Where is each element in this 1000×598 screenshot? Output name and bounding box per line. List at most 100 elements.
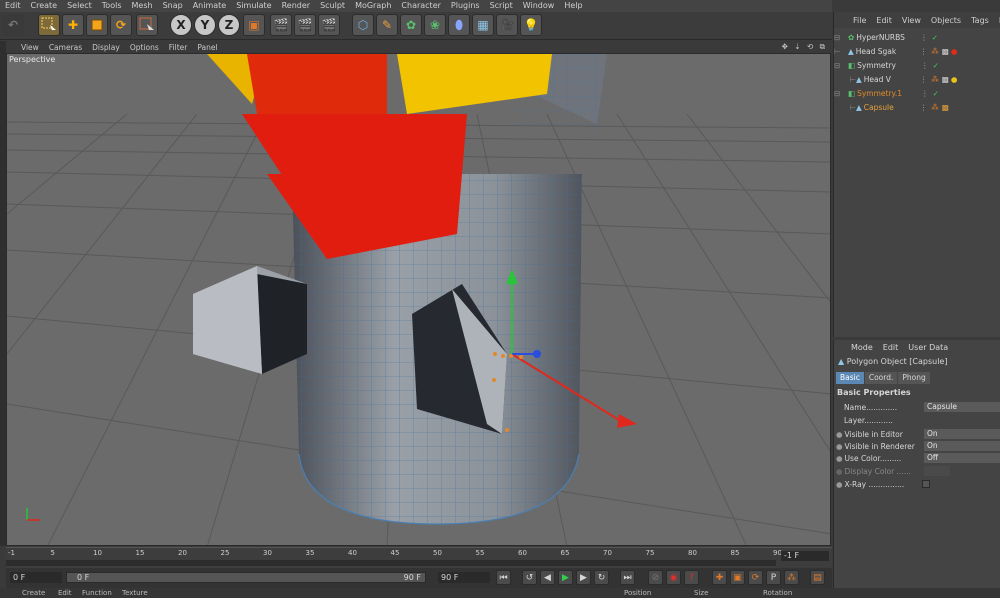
object-row-symmetry[interactable]: ⊟ ◧ Symmetry ⋮ ✓ [834,59,1000,72]
menu-animate[interactable]: Animate [188,0,232,12]
animate-dot-icon[interactable]: ● [836,442,843,451]
x-axis-button[interactable]: X [170,14,192,36]
autokey-icon[interactable]: ◉ [666,570,681,585]
live-select-icon[interactable] [38,14,60,36]
am-menu-user-data[interactable]: User Data [903,343,953,352]
tab-basic[interactable]: Basic [836,372,864,384]
material-menu-create[interactable]: Create [22,589,45,597]
menu-snap[interactable]: Snap [158,0,188,12]
end-frame-field[interactable]: 90 F [438,572,490,583]
cube-primitive-icon[interactable]: ⬡ [352,14,374,36]
material-menu-function[interactable]: Function [82,589,112,597]
record-active-icon[interactable]: ⊘ [648,570,663,585]
viewport-menu-display[interactable]: Display [87,43,125,52]
menu-mesh[interactable]: Mesh [127,0,158,12]
viewport-menu-cameras[interactable]: Cameras [44,43,87,52]
visible-in-editor-select[interactable]: On [924,429,1000,439]
visibility-dots-icon[interactable]: ⋮ [921,89,929,98]
enabled-check-icon[interactable]: ✓ [933,61,939,70]
object-row-symmetry-1[interactable]: ⊟ ◧ Symmetry.1 ⋮ ✓ [834,87,1000,100]
start-frame-field[interactable]: 0 F [10,572,62,583]
visibility-dots-icon[interactable]: ⋮ [920,47,928,56]
rotation-key-icon[interactable]: ⟳ [748,570,763,585]
animate-dot-icon[interactable]: ● [836,480,843,489]
last-tool-icon[interactable] [136,14,158,36]
perspective-viewport[interactable]: Perspective [6,53,831,546]
viewport-nav-icons[interactable]: ✥ ⇣ ⟲ ⧉ [777,42,832,52]
am-menu-edit[interactable]: Edit [878,343,904,352]
viewport-menu-view[interactable]: View [16,43,44,52]
menu-create[interactable]: Create [26,0,63,12]
visibility-dots-icon[interactable]: ⋮ [921,61,929,70]
menu-window[interactable]: Window [518,0,560,12]
menu-plugins[interactable]: Plugins [446,0,485,12]
viewport-menu-filter[interactable]: Filter [164,43,193,52]
subdivision-surface-icon[interactable]: ✿ [400,14,422,36]
play-icon[interactable]: ▶ [558,570,573,585]
light-icon[interactable]: 💡 [520,14,542,36]
parameter-key-icon[interactable]: P [766,570,781,585]
menu-select[interactable]: Select [62,0,97,12]
menu-tools[interactable]: Tools [97,0,127,12]
layer-field[interactable] [924,415,1000,425]
undo-icon[interactable]: ↶ [2,14,24,36]
enabled-check-icon[interactable]: ✓ [933,89,939,98]
keyframe-selection-icon[interactable]: ? [684,570,699,585]
go-to-start-icon[interactable]: ⏮ [496,570,511,585]
previous-key-icon[interactable]: ↺ [522,570,537,585]
menu-mograph[interactable]: MoGraph [350,0,396,12]
tab-phong[interactable]: Phong [898,372,930,384]
coordinate-system-icon[interactable]: ▣ [243,14,265,36]
move-icon[interactable]: ✚ [62,14,84,36]
rotate-icon[interactable]: ⟳ [110,14,132,36]
viewport-menu-panel[interactable]: Panel [192,43,222,52]
next-key-icon[interactable]: ↻ [594,570,609,585]
render-picture-viewer-icon[interactable]: 🎬 [294,14,316,36]
timeline-window-icon[interactable]: ▤ [810,570,825,585]
previous-frame-icon[interactable]: ◀ [540,570,555,585]
name-field[interactable]: Capsule [924,402,1000,412]
animate-dot-icon[interactable]: ● [836,467,843,476]
om-menu-view[interactable]: View [897,16,926,25]
deformer-icon[interactable]: ⬮ [448,14,470,36]
point-level-icon[interactable]: ⁂ [784,570,799,585]
go-to-end-icon[interactable]: ⏭ [620,570,635,585]
timeline-track[interactable] [6,560,776,566]
tab-coord[interactable]: Coord. [864,372,898,384]
menu-edit[interactable]: Edit [0,0,26,12]
om-menu-tags[interactable]: Tags [966,16,994,25]
material-menu-edit[interactable]: Edit [58,589,72,597]
xray-checkbox[interactable] [922,480,930,488]
material-menu-texture[interactable]: Texture [122,589,148,597]
render-view-icon[interactable]: 🎬 [270,14,292,36]
scale-icon[interactable] [86,14,108,36]
object-row-capsule[interactable]: ⊢ ▲ Capsule ⋮ ⁂ ▩ [834,101,1000,114]
object-row-hypernurbs[interactable]: ⊟ ✿ HyperNURBS ⋮ ✓ [834,31,1000,44]
scale-key-icon[interactable]: ▣ [730,570,745,585]
visibility-dots-icon[interactable]: ⋮ [920,103,928,112]
om-menu-file[interactable]: File [848,16,871,25]
menu-simulate[interactable]: Simulate [231,0,276,12]
menu-render[interactable]: Render [277,0,315,12]
enabled-check-icon[interactable]: ✓ [932,33,938,42]
spline-pen-icon[interactable]: ✎ [376,14,398,36]
render-settings-icon[interactable]: 🎬 [318,14,340,36]
animate-dot-icon[interactable]: ● [836,430,843,439]
visible-in-renderer-select[interactable]: On [924,441,1000,451]
z-axis-button[interactable]: Z [218,14,240,36]
om-menu-edit[interactable]: Edit [871,16,897,25]
use-color-select[interactable]: Off [924,453,1000,463]
display-color-swatch[interactable] [924,466,950,476]
camera-icon[interactable]: 🎥 [496,14,518,36]
visibility-dots-icon[interactable]: ⋮ [920,33,928,42]
floor-icon[interactable]: ▦ [472,14,494,36]
object-row-head-sgak[interactable]: ⊢ ▲ Head Sgak ⋮ ⁂ ▩ ● [834,45,1000,58]
next-frame-icon[interactable]: ▶ [576,570,591,585]
menu-sculpt[interactable]: Sculpt [315,0,350,12]
array-icon[interactable]: ❀ [424,14,446,36]
timeline-ruler[interactable]: -1 5 10 15 20 25 30 35 40 45 50 55 60 65 70 75 80 85 90 -1… [6,547,832,568]
current-frame-field[interactable]: -1 F [781,551,829,561]
object-row-head-v[interactable]: ⊢ ▲ Head V ⋮ ⁂ ▩ ● [834,73,1000,86]
am-menu-mode[interactable]: Mode [846,343,878,352]
menu-character[interactable]: Character [396,0,446,12]
